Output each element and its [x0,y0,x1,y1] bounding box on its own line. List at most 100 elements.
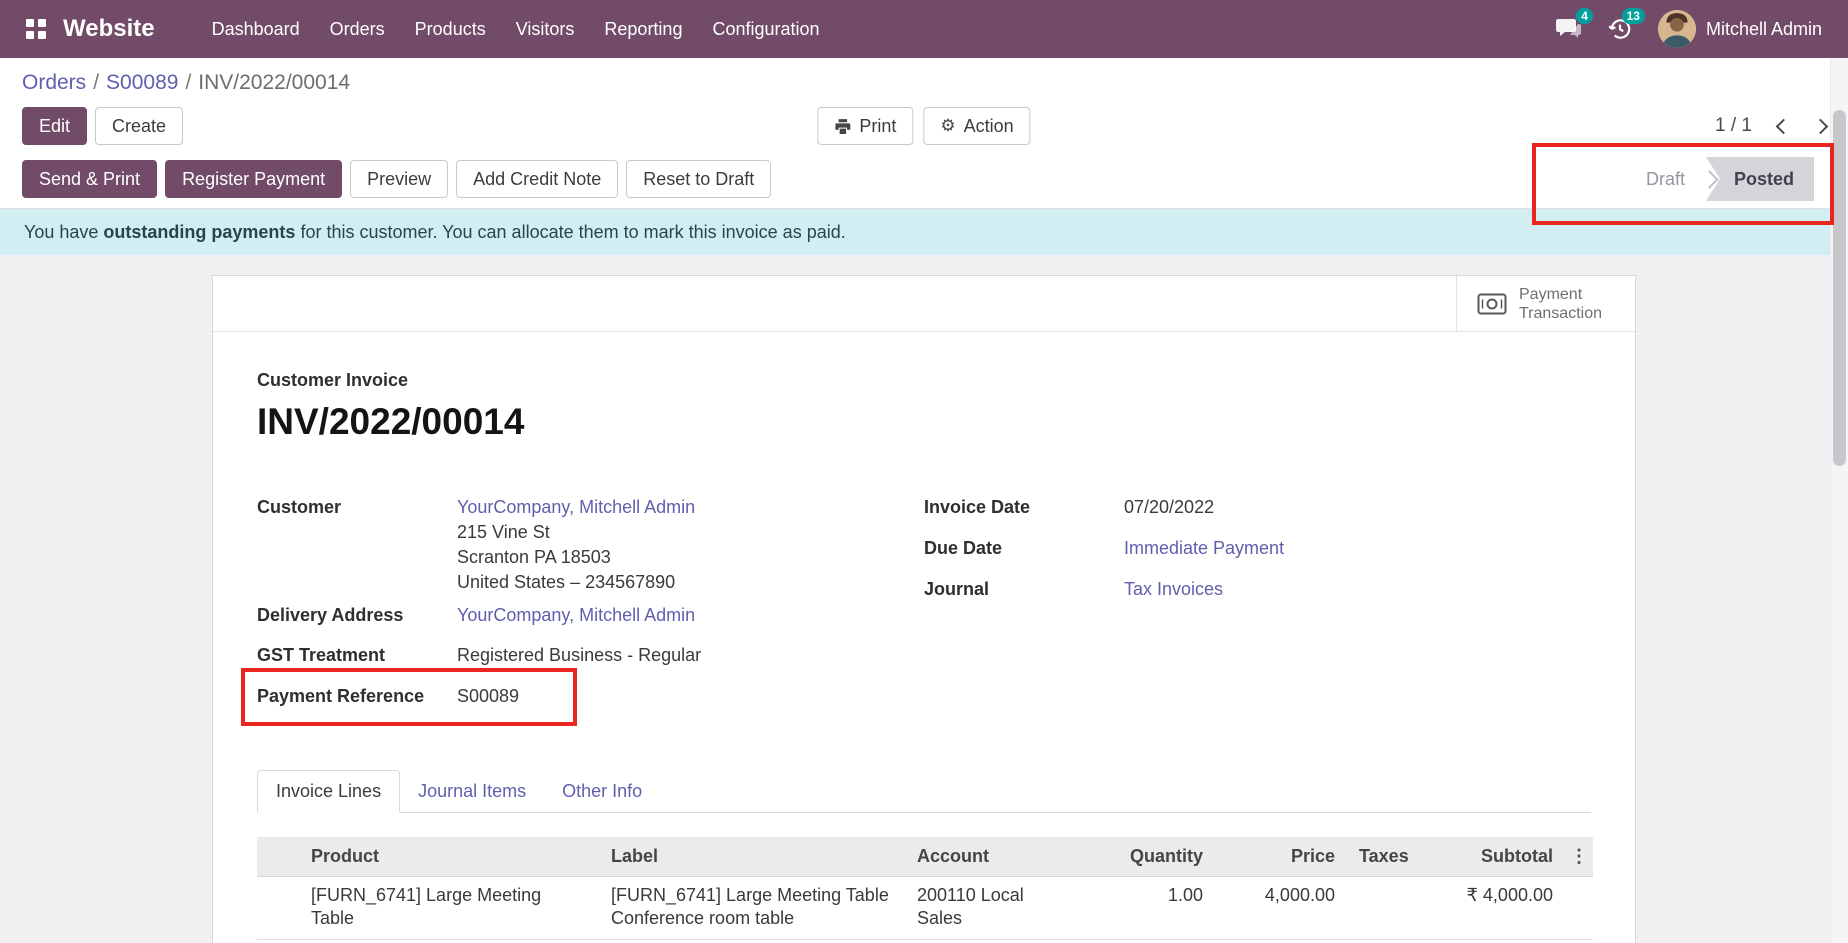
column-header-product[interactable]: Product [299,837,599,877]
status-stage-posted[interactable]: Posted [1706,157,1814,201]
table-row[interactable]: [FURN_6741] Large Meeting Table [FURN_67… [257,877,1593,940]
nav-item-dashboard[interactable]: Dashboard [197,0,315,58]
journal-label: Journal [924,577,1124,602]
payment-reference-value: S00089 [457,684,519,709]
tab-journal-items[interactable]: Journal Items [400,771,544,812]
column-header-account[interactable]: Account [905,837,1081,877]
document-name: INV/2022/00014 [257,401,1591,443]
record-action-buttons: Send & Print Register Payment Preview Ad… [22,160,771,198]
cell-account: 200110 Local Sales [905,877,1081,940]
invoice-document: Customer Invoice INV/2022/00014 Customer… [213,332,1635,943]
apps-grid-square [38,31,46,39]
customer-value: YourCompany, Mitchell Admin 215 Vine St … [457,495,695,595]
journal-link[interactable]: Tax Invoices [1124,579,1223,599]
breadcrumb-link-orders[interactable]: Orders [22,71,86,94]
breadcrumb: Orders/S00089/INV/2022/00014 [0,58,1848,102]
reset-to-draft-button[interactable]: Reset to Draft [626,160,771,198]
nav-item-visitors[interactable]: Visitors [501,0,590,58]
apps-menu-icon[interactable] [26,19,47,40]
invoice-date-label: Invoice Date [924,495,1124,520]
control-panel-row-2: Send & Print Register Payment Preview Ad… [0,150,1848,208]
payment-transaction-label: Payment Transaction [1519,285,1615,323]
customer-link[interactable]: YourCompany, Mitchell Admin [457,497,695,517]
action-button[interactable]: ⚙ Action [923,107,1030,145]
send-print-button[interactable]: Send & Print [22,160,157,198]
field-journal: Journal Tax Invoices [924,577,1591,618]
nav-item-products[interactable]: Products [400,0,501,58]
activities-badge: 13 [1622,8,1645,24]
nav-item-configuration[interactable]: Configuration [697,0,834,58]
cell-subtotal: ₹ 4,000.00 [1413,877,1565,940]
nav-menu: Dashboard Orders Products Visitors Repor… [197,0,835,58]
field-invoice-date: Invoice Date 07/20/2022 [924,495,1591,536]
apps-grid-square [26,19,34,27]
column-options-icon[interactable]: ⋮ [1565,837,1593,877]
user-name: Mitchell Admin [1706,19,1822,40]
breadcrumb-separator: / [93,71,99,94]
app-name[interactable]: Website [63,15,155,43]
notebook-tabs: Invoice Lines Journal Items Other Info [257,770,1591,813]
edit-button[interactable]: Edit [22,107,87,145]
customer-address-line: Scranton PA 18503 [457,545,695,570]
field-groups: Customer YourCompany, Mitchell Admin 215… [257,495,1591,724]
avatar-image [1658,10,1696,48]
scrollbar-thumb[interactable] [1833,110,1846,466]
column-header-quantity[interactable]: Quantity [1081,837,1215,877]
column-header-subtotal[interactable]: Subtotal [1413,837,1565,877]
customer-address-line: United States – 234567890 [457,570,695,595]
status-bar: Draft Posted [1628,157,1814,201]
breadcrumb-link-s00089[interactable]: S00089 [106,71,178,94]
edit-create-group: Edit Create [22,107,183,145]
content-area: Payment Transaction Customer Invoice INV… [0,255,1848,943]
form-sheet: Payment Transaction Customer Invoice INV… [212,275,1636,943]
add-credit-note-button[interactable]: Add Credit Note [456,160,618,198]
column-header-label[interactable]: Label [599,837,905,877]
nav-item-reporting[interactable]: Reporting [589,0,697,58]
tab-other-info[interactable]: Other Info [544,771,660,812]
vertical-scrollbar[interactable] [1830,58,1848,943]
register-payment-button[interactable]: Register Payment [165,160,342,198]
status-stage-draft[interactable]: Draft [1628,157,1703,201]
user-menu[interactable]: Mitchell Admin [1658,10,1822,48]
control-panel-row-1: Edit Create Print ⚙ Action 1 / 1 [0,102,1848,150]
customer-label: Customer [257,495,457,520]
apps-grid-square [26,31,34,39]
systray: 4 13 Mitchell Admin [1554,10,1822,48]
column-header-taxes[interactable]: Taxes [1347,837,1413,877]
preview-button[interactable]: Preview [350,160,448,198]
payment-transaction-button[interactable]: Payment Transaction [1456,276,1635,331]
cell-taxes [1347,877,1413,940]
delivery-address-link[interactable]: YourCompany, Mitchell Admin [457,605,695,625]
cell-label: [FURN_6741] Large Meeting Table Conferen… [599,877,905,940]
activities-icon[interactable]: 13 [1606,15,1634,43]
pager-previous-icon[interactable] [1776,118,1792,134]
cell-price: 4,000.00 [1215,877,1347,940]
alert-text-suffix: for this customer. You can allocate them… [295,222,845,242]
breadcrumb-separator: / [185,71,191,94]
messages-badge: 4 [1576,8,1593,24]
cell-label-line2: Conference room table [611,907,893,930]
cell-product: [FURN_6741] Large Meeting Table [299,877,599,940]
gst-treatment-label: GST Treatment [257,643,457,668]
alert-text-prefix: You have [24,222,103,242]
column-header-price[interactable]: Price [1215,837,1347,877]
field-group-right: Invoice Date 07/20/2022 Due Date Immedia… [924,495,1591,724]
due-date-link[interactable]: Immediate Payment [1124,538,1284,558]
create-button[interactable]: Create [95,107,183,145]
pager: 1 / 1 [1715,115,1826,137]
messages-icon[interactable]: 4 [1554,15,1582,43]
tab-invoice-lines[interactable]: Invoice Lines [257,770,400,813]
pager-next-icon[interactable] [1813,118,1829,134]
button-box: Payment Transaction [213,276,1635,332]
field-delivery-address: Delivery Address YourCompany, Mitchell A… [257,603,924,643]
apps-grid-square [38,19,46,27]
money-bill-icon [1477,293,1507,315]
avatar [1658,10,1696,48]
column-handle [257,837,299,877]
outstanding-payments-alert: You have outstanding payments for this c… [0,209,1848,255]
print-label: Print [859,115,896,137]
nav-item-orders[interactable]: Orders [315,0,400,58]
payment-reference-label: Payment Reference [257,684,457,709]
print-action-group: Print ⚙ Action [817,107,1030,145]
print-button[interactable]: Print [817,107,913,145]
